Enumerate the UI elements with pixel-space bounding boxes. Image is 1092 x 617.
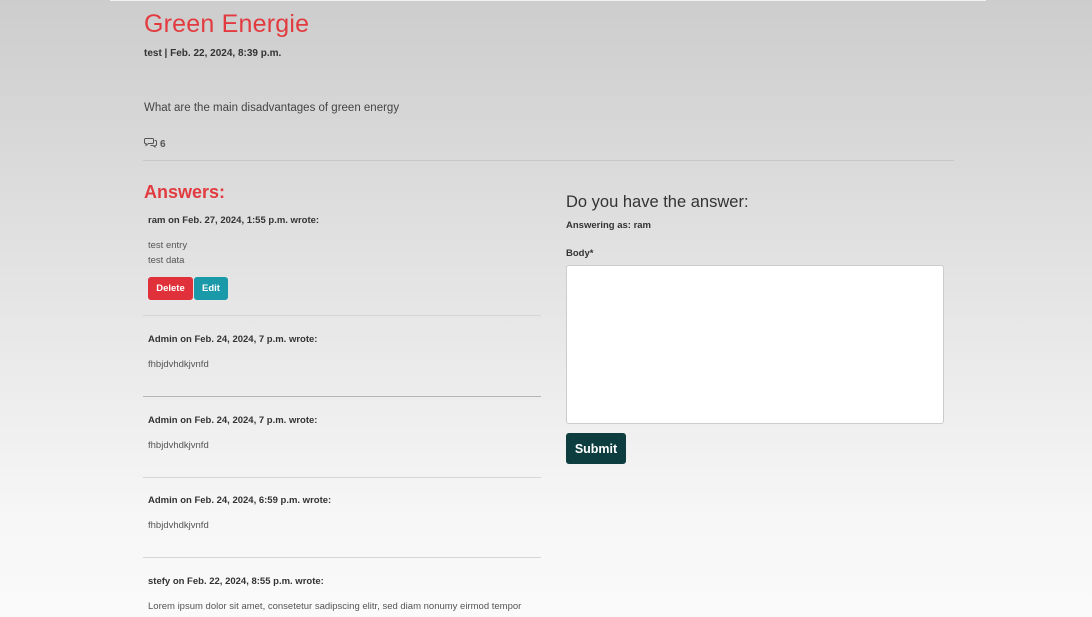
answer-header: Admin on Feb. 24, 2024, 6:59 p.m. wrote:: [148, 495, 332, 506]
answer-body: fhbjdvhdkjvnfd: [148, 520, 209, 531]
divider: [143, 160, 954, 161]
body-textarea[interactable]: [566, 265, 944, 424]
top-border: [110, 0, 986, 1]
answer-body: fhbjdvhdkjvnfd: [148, 359, 209, 370]
answer-body: test entry test data: [148, 240, 188, 266]
comment-count-value: 6: [160, 138, 166, 150]
comment-count: 6: [144, 137, 166, 151]
answer-header: Admin on Feb. 24, 2024, 7 p.m. wrote:: [148, 415, 318, 426]
answer-divider: [143, 477, 541, 478]
comments-icon: [144, 137, 158, 151]
answer-header: ram on Feb. 27, 2024, 1:55 p.m. wrote:: [148, 215, 320, 226]
body-label: Body*: [566, 248, 594, 259]
answer-divider: [143, 315, 541, 316]
answer-divider: [143, 396, 541, 397]
answer-body: fhbjdvhdkjvnfd: [148, 440, 209, 451]
post-title: Green Energie: [144, 10, 310, 38]
edit-button[interactable]: Edit: [194, 277, 228, 300]
answer-form-title: Do you have the answer:: [566, 193, 749, 211]
answer-header: Admin on Feb. 24, 2024, 7 p.m. wrote:: [148, 334, 318, 345]
delete-button[interactable]: Delete: [148, 277, 193, 300]
answer-body: Lorem ipsum dolor sit amet, consetetur s…: [148, 601, 522, 612]
answer-header: stefy on Feb. 22, 2024, 8:55 p.m. wrote:: [148, 576, 324, 587]
submit-button[interactable]: Submit: [566, 433, 626, 464]
answers-title: Answers:: [144, 182, 226, 202]
answering-as-label: Answering as: ram: [566, 220, 651, 231]
post-body: What are the main disadvantages of green…: [144, 102, 400, 114]
answer-divider: [143, 557, 541, 558]
post-meta: test | Feb. 22, 2024, 8:39 p.m.: [144, 48, 282, 59]
